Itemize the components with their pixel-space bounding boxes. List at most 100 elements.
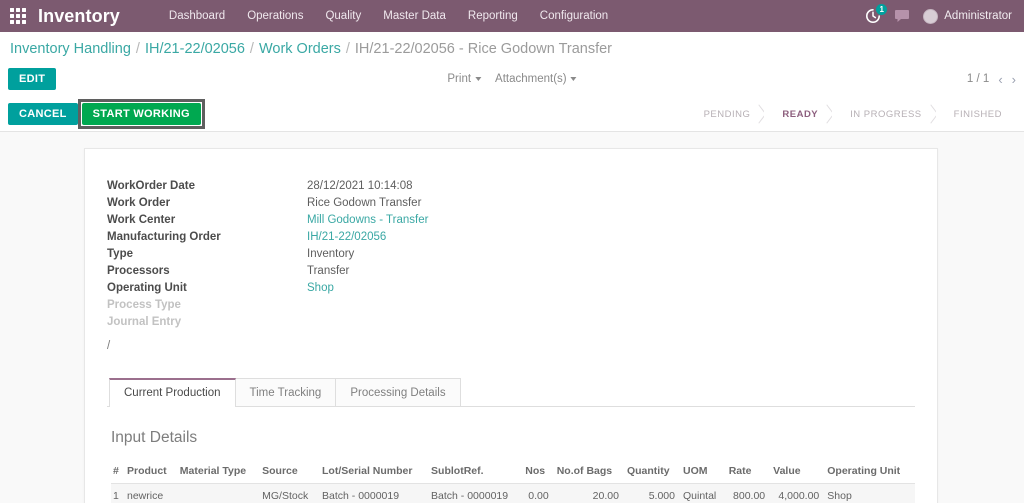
status-step-pending[interactable]: PENDING bbox=[693, 103, 765, 125]
print-dropdown[interactable]: Print bbox=[447, 73, 482, 85]
cell-source: MG/Stock bbox=[260, 483, 321, 503]
column-header-uom: UOM bbox=[680, 461, 727, 484]
input-details-title: Input Details bbox=[111, 429, 198, 446]
main-menu: Dashboard Operations Quality Master Data… bbox=[158, 4, 865, 28]
user-name-label: Administrator bbox=[944, 10, 1012, 22]
field-value-work-order: Rice Godown Transfer bbox=[307, 196, 422, 209]
column-header-source: Source bbox=[260, 461, 321, 484]
column-header-sublot-ref: SublotRef. bbox=[429, 461, 524, 484]
column-header-rate: Rate bbox=[726, 461, 772, 484]
edit-button[interactable]: EDIT bbox=[8, 68, 57, 90]
field-label-manufacturing-order: Manufacturing Order bbox=[107, 230, 221, 243]
menu-item-configuration[interactable]: Configuration bbox=[529, 4, 619, 28]
user-menu[interactable]: Administrator bbox=[923, 8, 1012, 24]
cell-no-of-bags: 20.00 bbox=[554, 483, 625, 503]
breadcrumb-separator: / bbox=[249, 41, 254, 57]
column-header-no-of-bags: No.of Bags bbox=[554, 461, 625, 484]
apps-grid-icon[interactable] bbox=[10, 8, 26, 24]
breadcrumb: Inventory Handling / IH/21-22/02056 / Wo… bbox=[0, 32, 1024, 65]
pager-position: 1 / 1 bbox=[966, 73, 990, 85]
current-production-panel: Input Details # Product Material Type So… bbox=[107, 407, 915, 503]
field-label-work-center: Work Center bbox=[107, 213, 176, 226]
avatar bbox=[923, 8, 939, 24]
field-row-operating-unit: Operating Unit Shop bbox=[107, 279, 428, 296]
breadcrumb-item-inventory-handling[interactable]: Inventory Handling bbox=[10, 41, 131, 57]
start-working-button[interactable]: START WORKING bbox=[81, 103, 201, 125]
navbar-right-tools: 1 Administrator bbox=[865, 4, 1014, 24]
breadcrumb-separator: / bbox=[345, 41, 350, 57]
cell-sublot-ref: Batch - 0000019 bbox=[429, 483, 524, 503]
status-step-in-progress[interactable]: IN PROGRESS bbox=[832, 103, 936, 125]
cell-uom: Quintal bbox=[680, 483, 727, 503]
field-row-work-order: Work Order Rice Godown Transfer bbox=[107, 194, 428, 211]
activity-clock-icon[interactable]: 1 bbox=[865, 4, 888, 24]
tab-time-tracking[interactable]: Time Tracking bbox=[234, 378, 337, 406]
breadcrumb-item-work-orders[interactable]: Work Orders bbox=[259, 41, 341, 57]
column-header-operating-unit: Operating Unit bbox=[825, 461, 915, 484]
field-value-work-center[interactable]: Mill Godowns - Transfer bbox=[307, 211, 428, 228]
menu-item-master-data[interactable]: Master Data bbox=[372, 4, 457, 28]
field-label-workorder-date: WorkOrder Date bbox=[107, 179, 195, 192]
field-value-workorder-date: 28/12/2021 10:14:08 bbox=[307, 179, 413, 192]
field-label-processors: Processors bbox=[107, 264, 170, 277]
attachments-dropdown[interactable]: Attachment(s) bbox=[495, 73, 577, 85]
menu-item-quality[interactable]: Quality bbox=[314, 4, 372, 28]
field-label-operating-unit: Operating Unit bbox=[107, 281, 187, 294]
menu-item-dashboard[interactable]: Dashboard bbox=[158, 4, 236, 28]
menu-item-reporting[interactable]: Reporting bbox=[457, 4, 529, 28]
app-brand-title: Inventory bbox=[38, 5, 120, 26]
cancel-button[interactable]: CANCEL bbox=[8, 103, 78, 125]
print-label: Print bbox=[447, 73, 472, 85]
breadcrumb-current-record: IH/21-22/02056 - Rice Godown Transfer bbox=[354, 41, 613, 57]
field-row-journal-entry: Journal Entry bbox=[107, 313, 428, 330]
column-header-lot-serial-number: Lot/Serial Number bbox=[320, 461, 430, 484]
cell-quantity: 5.000 bbox=[624, 483, 681, 503]
cell-lot-serial-number: Batch - 0000019 bbox=[320, 483, 430, 503]
input-details-table: # Product Material Type Source Lot/Seria… bbox=[111, 461, 915, 503]
status-bar: PENDING READY IN PROGRESS FINISHED bbox=[693, 103, 1016, 125]
field-value-operating-unit[interactable]: Shop bbox=[307, 279, 428, 296]
menu-item-operations[interactable]: Operations bbox=[236, 4, 314, 28]
field-label-type: Type bbox=[107, 247, 133, 260]
form-sheet-container: WorkOrder Date 28/12/2021 10:14:08 Work … bbox=[0, 132, 1024, 503]
field-value-process-type bbox=[307, 296, 428, 313]
status-step-finished[interactable]: FINISHED bbox=[935, 103, 1016, 125]
column-header-nos: Nos bbox=[523, 461, 555, 484]
tab-processing-details[interactable]: Processing Details bbox=[335, 378, 461, 406]
breadcrumb-item-manufacturing-order[interactable]: IH/21-22/02056 bbox=[145, 41, 245, 57]
field-value-manufacturing-order[interactable]: IH/21-22/02056 bbox=[307, 228, 428, 245]
cell-index: 1 bbox=[111, 483, 125, 503]
table-row[interactable]: 1 newrice MG/Stock Batch - 0000019 Batch… bbox=[111, 483, 915, 503]
notebook-tabs: Current Production Time Tracking Process… bbox=[107, 378, 915, 407]
field-value-journal-entry bbox=[307, 313, 428, 330]
start-working-focus-ring: START WORKING bbox=[77, 99, 205, 129]
record-toolbar: EDIT Print Attachment(s) 1 / 1 ‹ › bbox=[0, 65, 1024, 97]
chevron-left-icon[interactable]: ‹ bbox=[998, 73, 1002, 86]
column-header-index: # bbox=[111, 461, 125, 484]
work-order-field-list: WorkOrder Date 28/12/2021 10:14:08 Work … bbox=[107, 177, 428, 330]
cell-nos: 0.00 bbox=[523, 483, 555, 503]
workflow-buttons: CANCEL START WORKING bbox=[8, 99, 205, 129]
field-row-workorder-date: WorkOrder Date 28/12/2021 10:14:08 bbox=[107, 177, 428, 194]
breadcrumb-separator: / bbox=[135, 41, 140, 57]
trailing-slash-text: / bbox=[107, 340, 111, 352]
workflow-toolbar: CANCEL START WORKING PENDING READY IN PR… bbox=[0, 97, 1024, 132]
status-step-ready[interactable]: READY bbox=[764, 103, 833, 125]
form-sheet: WorkOrder Date 28/12/2021 10:14:08 Work … bbox=[84, 148, 938, 503]
attachments-label: Attachment(s) bbox=[495, 73, 567, 85]
toolbar-dropdowns: Print Attachment(s) bbox=[447, 73, 577, 85]
cell-value: 4,000.00 bbox=[771, 483, 826, 503]
column-header-material-type: Material Type bbox=[177, 461, 261, 484]
column-header-product: Product bbox=[125, 461, 178, 484]
field-row-processors: Processors Transfer bbox=[107, 262, 428, 279]
column-header-quantity: Quantity bbox=[624, 461, 681, 484]
field-label-work-order: Work Order bbox=[107, 196, 171, 209]
cell-operating-unit: Shop bbox=[825, 483, 915, 503]
chat-bubble-icon[interactable] bbox=[894, 9, 910, 23]
cell-product: newrice bbox=[125, 483, 178, 503]
tab-current-production[interactable]: Current Production bbox=[109, 378, 236, 407]
chevron-right-icon[interactable]: › bbox=[1012, 73, 1016, 86]
cell-material-type bbox=[177, 483, 261, 503]
top-navbar: Inventory Dashboard Operations Quality M… bbox=[0, 0, 1024, 32]
field-label-process-type: Process Type bbox=[107, 298, 181, 311]
